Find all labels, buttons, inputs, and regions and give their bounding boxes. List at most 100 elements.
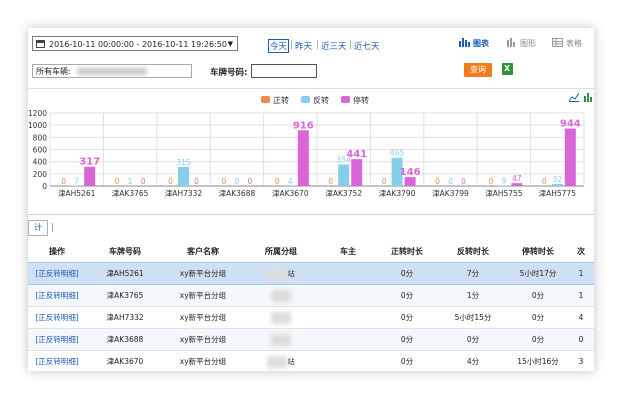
vehicle-select[interactable]: 所有车辆: <box>32 64 192 78</box>
view-table-button[interactable]: 表格 <box>552 38 582 49</box>
chevron-down-icon: ▼ <box>227 40 233 48</box>
cell-group: 站 <box>242 262 320 285</box>
cell-owner <box>320 350 376 371</box>
cell-stopped: 5小时17分 <box>508 262 568 285</box>
col-header-count[interactable]: 次 <box>568 240 594 263</box>
query-button[interactable]: 查询 <box>464 63 492 77</box>
cell-reverse: 1分 <box>438 284 508 307</box>
cell-customer: xy新平台分组 <box>164 284 242 307</box>
x-tick-label-3: 津AK3688 <box>219 189 256 198</box>
x-tick-label-7: 津AK3799 <box>432 189 469 198</box>
cell-group <box>242 328 320 351</box>
redacted-text <box>267 267 288 280</box>
cell-action[interactable]: [正反转明细] <box>28 262 86 285</box>
y-tick-label-5: 1000 <box>28 121 47 130</box>
cell-count: 0 <box>568 328 594 351</box>
table-row[interactable]: [正反转明细] 津AH5261 xy新平台分组 站 0分 7分 5小时17分 1 <box>28 262 594 285</box>
excel-export-icon[interactable] <box>502 63 513 75</box>
data-label-2-1: 0 <box>141 177 146 186</box>
bar-2-4 <box>297 130 309 186</box>
cell-stopped: 0分 <box>508 284 568 307</box>
cell-reverse: 0分 <box>438 328 508 351</box>
data-label-1-3: 0 <box>235 177 240 186</box>
col-header-stopped[interactable]: 停转时长 <box>508 240 568 263</box>
cell-plate: 津AK3688 <box>86 328 164 351</box>
cell-action[interactable]: [正反转明细] <box>28 284 86 307</box>
data-label-0-6: 0 <box>382 177 387 186</box>
data-label-0-0: 0 <box>61 177 66 186</box>
quick-range-7days[interactable]: 近七天 <box>354 40 380 52</box>
plate-label: 车牌号码: <box>210 68 248 78</box>
data-label-0-9: 0 <box>542 177 547 186</box>
quick-range-separator: | <box>349 40 352 50</box>
table-header-row: 操作 车牌号码 客户名称 所属分组 车主 正转时长 反转时长 停转时长 次 <box>28 240 594 263</box>
view-chart-button[interactable]: 图表 <box>459 38 489 49</box>
cell-group-text: 站 <box>287 356 295 366</box>
x-tick-label-0: 津AH5261 <box>58 189 96 198</box>
cell-count: 1 <box>568 284 594 307</box>
data-label-0-1: 0 <box>115 177 120 186</box>
y-tick-label-2: 400 <box>33 158 48 167</box>
cell-plate: 津AH5261 <box>86 262 164 285</box>
cell-forward: 0分 <box>376 328 438 351</box>
data-label-1-7: 0 <box>448 177 453 186</box>
col-header-customer[interactable]: 客户名称 <box>164 240 242 263</box>
column-chart-icon <box>507 38 515 47</box>
bar-2-6 <box>404 177 416 186</box>
data-label-2-2: 0 <box>194 177 199 186</box>
cell-group <box>242 306 320 329</box>
legend-label-2: 停转 <box>353 95 369 105</box>
table-row[interactable]: [正反转明细] 津AK3670 xy新平台分组 站 0分 4分 15小时16分 3 <box>28 350 594 371</box>
cell-plate: 津AK3670 <box>86 350 164 371</box>
report-window: 2016-10-11 00:00:00 - 2016-10-11 19:26:5… <box>28 28 594 371</box>
x-tick-label-8: 津AH5755 <box>485 189 523 198</box>
x-tick-label-6: 津AK3790 <box>379 189 416 198</box>
bar-1-5 <box>338 164 350 186</box>
quick-range-today[interactable]: 今天 <box>268 39 290 53</box>
cell-owner <box>320 328 376 351</box>
col-header-forward[interactable]: 正转时长 <box>376 240 438 263</box>
bar-1-2 <box>178 166 189 186</box>
bar-chart: 正转 反转 停转0200400600800100012000 7317津AH52610… <box>28 95 585 198</box>
redacted-text <box>271 289 291 302</box>
col-header-plate[interactable]: 车牌号码 <box>86 240 164 263</box>
legend-swatch-2 <box>341 96 350 103</box>
col-header-reverse[interactable]: 反转时长 <box>438 240 508 263</box>
tab-statistics[interactable]: 计 <box>28 220 48 236</box>
bar-2-9 <box>564 128 576 186</box>
table-row[interactable]: [正反转明细] 津AK3765 xy新平台分组 0分 1分 0分 1 <box>28 284 594 307</box>
col-header-group[interactable]: 所属分组 <box>242 240 320 263</box>
plate-input[interactable] <box>251 64 317 78</box>
y-tick-label-6: 1200 <box>28 109 47 118</box>
x-tick-label-9: 津AH5775 <box>539 189 577 198</box>
tab-divider <box>52 223 53 232</box>
col-header-owner[interactable]: 车主 <box>320 240 376 263</box>
cell-reverse: 4分 <box>438 350 508 371</box>
view-graph-button[interactable]: 图形 <box>506 38 536 49</box>
y-tick-label-0: 0 <box>42 182 47 191</box>
data-label-0-5: 0 <box>328 177 333 186</box>
bar-2-8 <box>511 183 523 186</box>
view-chart-label: 图表 <box>473 39 489 48</box>
table-row[interactable]: [正反转明细] 津AH7332 xy新平台分组 0分 5小时15分 0分 4 <box>28 306 594 329</box>
data-label-2-0: 317 <box>79 157 100 168</box>
cell-forward: 0分 <box>376 262 438 285</box>
data-label-1-2: 315 <box>176 158 191 167</box>
cell-owner <box>320 284 376 307</box>
bar-2-0 <box>84 166 96 186</box>
chart-area: 正转 反转 停转 0 200 400 600 800 1000 1200 0 7 317 津AH5261 0… <box>28 88 594 209</box>
quick-range-yesterday[interactable]: 昨天 <box>295 40 312 52</box>
calendar-icon <box>36 40 45 48</box>
table-row[interactable]: [正反转明细] 津AK3688 xy新平台分组 0分 0分 0分 0 <box>28 328 594 351</box>
data-label-0-4: 0 <box>275 177 280 186</box>
view-graph-label: 图形 <box>520 39 536 48</box>
legend-label-1: 反转 <box>313 95 329 105</box>
col-header-action: 操作 <box>28 240 86 263</box>
cell-action[interactable]: [正反转明细] <box>28 306 86 329</box>
cell-action[interactable]: [正反转明细] <box>28 328 86 351</box>
data-label-2-8: 47 <box>512 174 522 183</box>
cell-action[interactable]: [正反转明细] <box>28 350 86 371</box>
quick-range-3days[interactable]: 近三天 <box>321 40 347 52</box>
cell-forward: 0分 <box>376 284 438 307</box>
date-range-picker[interactable]: 2016-10-11 00:00:00 - 2016-10-11 19:26:5… <box>32 36 238 51</box>
